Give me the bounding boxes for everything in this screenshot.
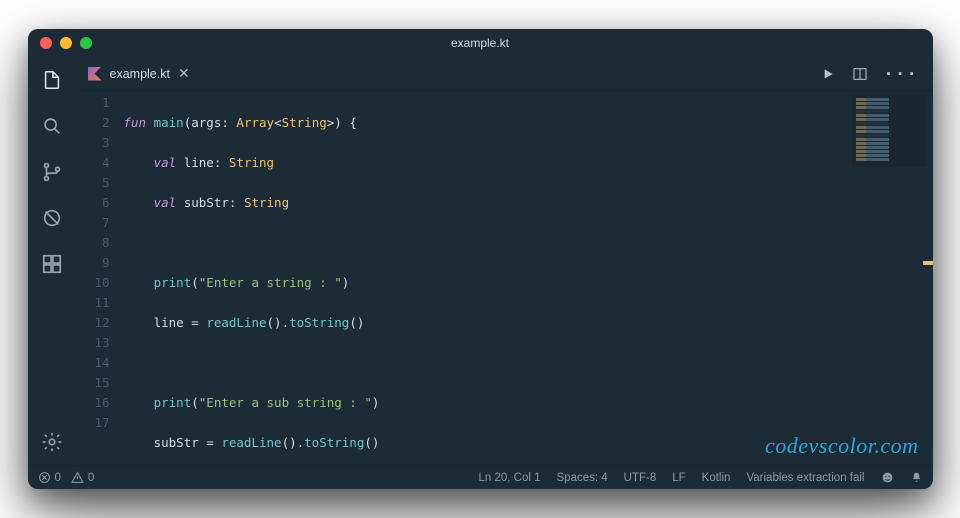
line-number: 14 xyxy=(76,353,110,373)
status-encoding[interactable]: UTF-8 xyxy=(624,472,657,484)
minimap[interactable] xyxy=(852,95,926,167)
status-bar: 0 0 Ln 20, Col 1 Spaces: 4 UTF-8 LF Kotl… xyxy=(28,465,933,489)
split-editor-icon[interactable] xyxy=(852,64,868,83)
line-number: 5 xyxy=(76,173,110,193)
code-content[interactable]: fun main(args: Array<String>) { val line… xyxy=(124,91,933,465)
line-number: 11 xyxy=(76,293,110,313)
status-cursor-position[interactable]: Ln 20, Col 1 xyxy=(478,472,540,484)
line-number: 15 xyxy=(76,373,110,393)
more-actions-icon[interactable]: ··· xyxy=(884,64,919,83)
status-notifications-icon[interactable] xyxy=(910,471,923,484)
tab-bar: example.kt ✕ ··· xyxy=(76,57,933,91)
line-number: 10 xyxy=(76,273,110,293)
line-number: 6 xyxy=(76,193,110,213)
tab-example-kt[interactable]: example.kt ✕ xyxy=(76,57,202,91)
status-extra[interactable]: Variables extraction fail xyxy=(746,472,864,484)
line-number: 13 xyxy=(76,333,110,353)
titlebar: example.kt xyxy=(28,29,933,57)
line-number: 16 xyxy=(76,393,110,413)
main-body: example.kt ✕ ··· 1 2 3 xyxy=(28,57,933,465)
status-language[interactable]: Kotlin xyxy=(702,472,731,484)
debug-icon[interactable] xyxy=(39,205,65,231)
settings-icon[interactable] xyxy=(39,429,65,455)
scroll-marker xyxy=(923,261,933,265)
tab-label: example.kt xyxy=(110,67,170,81)
source-control-icon[interactable] xyxy=(39,159,65,185)
status-warnings[interactable]: 0 xyxy=(71,471,94,484)
run-icon[interactable] xyxy=(820,64,836,83)
line-number-gutter: 1 2 3 4 5 6 7 8 9 10 11 12 13 14 15 16 1 xyxy=(76,91,124,465)
status-indentation[interactable]: Spaces: 4 xyxy=(557,472,608,484)
line-number: 4 xyxy=(76,153,110,173)
line-number: 12 xyxy=(76,313,110,333)
editor-window: example.kt xyxy=(28,29,933,489)
editor-actions: ··· xyxy=(820,64,933,83)
window-title: example.kt xyxy=(28,36,933,50)
line-number: 3 xyxy=(76,133,110,153)
extensions-icon[interactable] xyxy=(39,251,65,277)
search-icon[interactable] xyxy=(39,113,65,139)
line-number: 7 xyxy=(76,213,110,233)
explorer-icon[interactable] xyxy=(39,67,65,93)
status-feedback-icon[interactable] xyxy=(881,471,894,484)
kotlin-file-icon xyxy=(88,67,102,81)
editor-area: example.kt ✕ ··· 1 2 3 xyxy=(76,57,933,465)
line-number: 1 xyxy=(76,93,110,113)
line-number: 8 xyxy=(76,233,110,253)
line-number: 9 xyxy=(76,253,110,273)
activity-bar xyxy=(28,57,76,465)
line-number: 17 xyxy=(76,413,110,433)
status-eol[interactable]: LF xyxy=(672,472,685,484)
code-editor[interactable]: 1 2 3 4 5 6 7 8 9 10 11 12 13 14 15 16 1 xyxy=(76,91,933,465)
tab-close-icon[interactable]: ✕ xyxy=(178,65,190,82)
line-number: 2 xyxy=(76,113,110,133)
status-errors[interactable]: 0 xyxy=(38,471,61,484)
